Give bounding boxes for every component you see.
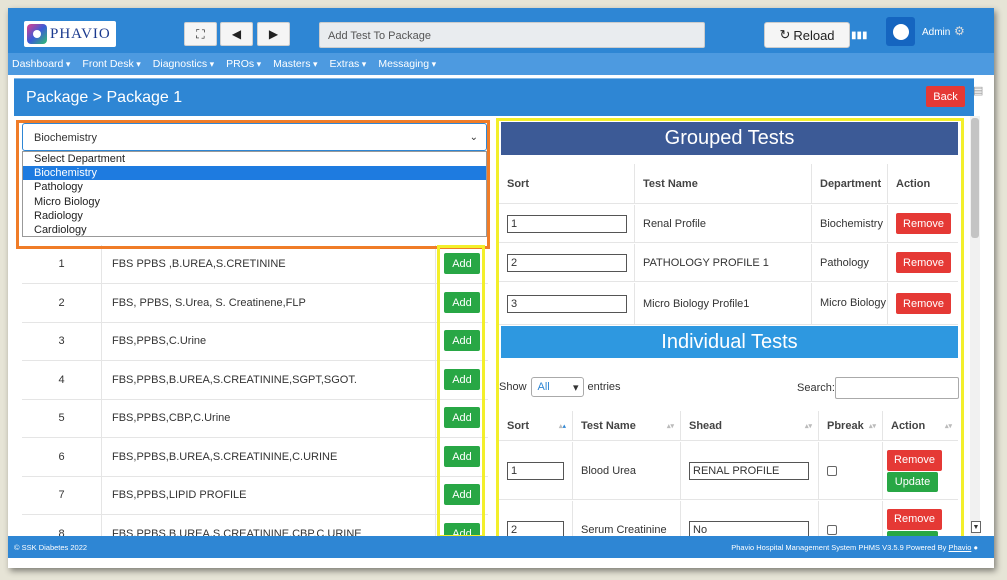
scroll-up-icon[interactable]: ▤ — [973, 84, 983, 97]
top-bar: PHAVIO ⛶ ◀ ▶ Add Test To Package ↻ Reloa… — [8, 8, 994, 53]
menu-masters[interactable]: Masters — [273, 58, 317, 70]
row-number: 6 — [22, 438, 102, 476]
test-name: FBS,PPBS,B.UREA,S.CREATININE,SGPT,SGOT. — [102, 361, 436, 399]
menu-front-desk[interactable]: Front Desk — [82, 58, 140, 70]
user-name[interactable]: Admin — [922, 27, 950, 38]
reload-icon: ↻ — [779, 27, 791, 42]
selected-tests-highlight — [496, 118, 964, 543]
footer: © SSK Diabetes 2022 Phavio Hospital Mana… — [8, 536, 994, 558]
test-name: FBS,PPBS,C.Urine — [102, 322, 436, 360]
test-name: FBS,PPBS,B.UREA,S.CREATININE,C.URINE — [102, 438, 436, 476]
test-name: FBS,PPBS,LIPID PROFILE — [102, 476, 436, 514]
test-name: FBS, PPBS, S.Urea, S. Creatinene,FLP — [102, 284, 436, 322]
settings-icon[interactable]: ⚙ — [954, 24, 965, 38]
app-window: PHAVIO ⛶ ◀ ▶ Add Test To Package ↻ Reloa… — [8, 8, 994, 568]
page-address-field[interactable]: Add Test To Package — [319, 22, 705, 48]
user-icon — [892, 23, 909, 40]
arrow-right-icon: ▶ — [268, 27, 279, 41]
reload-label: Reload — [793, 27, 835, 43]
menu-messaging[interactable]: Messaging — [378, 58, 436, 70]
table-row: 3 FBS,PPBS,C.Urine Add — [22, 322, 488, 361]
menu-diagnostics[interactable]: Diagnostics — [153, 58, 214, 70]
row-number: 2 — [22, 284, 102, 322]
logo-icon — [27, 24, 47, 44]
row-number: 5 — [22, 399, 102, 437]
footer-brand-link[interactable]: Phavio — [948, 543, 971, 552]
row-number: 1 — [22, 245, 102, 283]
main-menu: Dashboard Front Desk Diagnostics PROs Ma… — [8, 53, 994, 75]
row-number: 4 — [22, 361, 102, 399]
test-name: FBS,PPBS,CBP,C.Urine — [102, 399, 436, 437]
table-row: 6 FBS,PPBS,B.UREA,S.CREATININE,C.URINE Add — [22, 438, 488, 477]
copyright: © SSK Diabetes 2022 — [14, 542, 88, 552]
footer-credit: Phavio Hospital Management System PHMS V… — [731, 542, 978, 552]
back-button[interactable]: Back — [926, 86, 965, 107]
table-row: 2 FBS, PPBS, S.Urea, S. Creatinene,FLP Add — [22, 284, 488, 323]
forward-nav-button[interactable]: ▶ — [257, 22, 290, 46]
row-number: 7 — [22, 476, 102, 514]
menu-extras[interactable]: Extras — [330, 58, 367, 70]
arrow-left-icon: ◀ — [231, 27, 242, 41]
add-buttons-highlight — [437, 245, 485, 538]
logo-text: PHAVIO — [50, 25, 111, 42]
fullscreen-button[interactable]: ⛶ — [184, 22, 217, 46]
page-title: Package > Package 1 — [26, 89, 183, 106]
back-nav-button[interactable]: ◀ — [220, 22, 253, 46]
department-highlight — [16, 120, 490, 249]
table-row: 1 FBS PPBS ,B.UREA,S.CRETININE Add — [22, 245, 488, 284]
menu-dashboard[interactable]: Dashboard — [12, 58, 70, 70]
scrollbar-thumb[interactable] — [971, 118, 979, 238]
fullscreen-icon: ⛶ — [196, 26, 205, 41]
logo[interactable]: PHAVIO — [24, 21, 116, 47]
menu-pros[interactable]: PROs — [226, 58, 261, 70]
reload-button[interactable]: ↻ Reload — [764, 22, 850, 48]
page-header: Package > Package 1 Back — [14, 78, 974, 116]
test-name: FBS PPBS ,B.UREA,S.CRETININE — [102, 245, 436, 283]
user-avatar[interactable] — [886, 17, 915, 46]
row-number: 3 — [22, 322, 102, 360]
table-row: 5 FBS,PPBS,CBP,C.Urine Add — [22, 399, 488, 438]
table-row: 7 FBS,PPBS,LIPID PROFILE Add — [22, 476, 488, 515]
signal-icon: ▮▮▮ — [851, 30, 868, 41]
table-row: 4 FBS,PPBS,B.UREA,S.CREATININE,SGPT,SGOT.… — [22, 361, 488, 400]
scroll-down-button[interactable]: ▼ — [971, 521, 981, 533]
